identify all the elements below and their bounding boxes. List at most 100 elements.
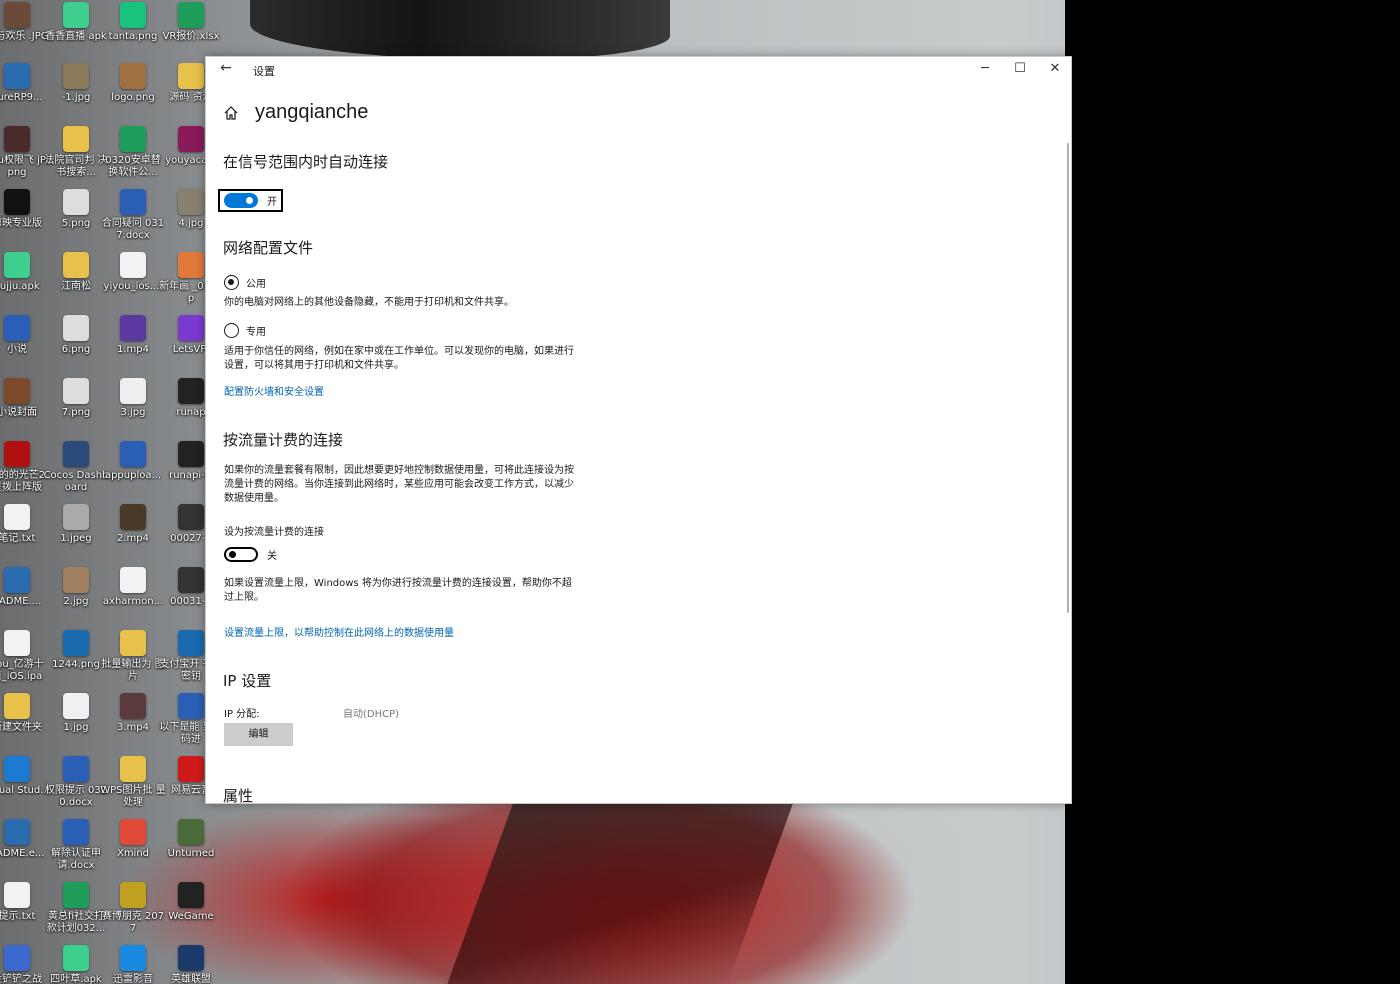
desktop-icon[interactable]: 2.mp4 <box>104 504 162 564</box>
desktop-icon[interactable]: 合同疑问 0317.docx <box>102 189 164 249</box>
desktop-icon-label: WPS图片批 量处理 <box>100 785 166 808</box>
folder-icon <box>4 693 30 719</box>
desktop-icon[interactable]: logo.png <box>104 63 162 123</box>
metered-toggle[interactable]: 关 <box>224 547 277 562</box>
data-limit-description: 如果设置流量上限，Windows 将为你进行按流量计费的连接设置，帮助你不超过上… <box>224 578 572 603</box>
desktop-icon[interactable]: tanta.png <box>104 2 162 62</box>
desktop-icon[interactable]: 英雄联盟 <box>162 945 220 984</box>
desktop-icon[interactable]: you_亿游十 道_iOS.ipa <box>0 630 46 690</box>
desktop-icon[interactable]: 金的的光芒2 星拨上阵版 <box>0 441 46 501</box>
desktop-icon[interactable]: 1.jpg <box>47 693 105 753</box>
data-limit-link[interactable]: 设置流量上限，以帮助控制在此网络上的数据使用量 <box>224 624 454 639</box>
desktop-icon-label: tanta.png <box>108 31 158 42</box>
video-icon <box>120 504 146 530</box>
desktop-icon[interactable]: 黄总fi社交打 款计划032... <box>47 882 105 942</box>
vpn-icon <box>178 315 204 341</box>
desktop-icon[interactable]: WeGame <box>162 882 220 942</box>
desktop-icon[interactable]: yiyou_ios.... <box>104 252 162 312</box>
radio-private[interactable]: 专用 <box>224 323 266 338</box>
desktop-icon[interactable]: 迅雷影音 <box>104 945 162 984</box>
spreadsheet-icon <box>120 126 146 152</box>
image-icon <box>63 504 89 530</box>
firewall-settings-link[interactable]: 配置防火墙和安全设置 <box>224 383 324 398</box>
spreadsheet-icon <box>63 882 89 908</box>
link-icon <box>178 441 204 467</box>
desktop-icon[interactable]: 3.mp4 <box>104 693 162 753</box>
file-icon <box>120 252 146 278</box>
desktop-icon[interactable]: Unturned <box>162 819 220 879</box>
desktop-icon[interactable]: 小说封面 <box>0 378 46 438</box>
desktop-icon[interactable]: EADME.e... <box>0 819 46 879</box>
desktop-icon[interactable]: Syu权限飞 jPlpng <box>0 126 49 186</box>
desktop-icon[interactable]: 批量输出为 图片 <box>101 630 165 690</box>
spreadsheet-icon <box>178 2 204 28</box>
desktop-icon[interactable]: 1.mp4 <box>104 315 162 375</box>
desktop-icon[interactable]: 香香直播 apk <box>45 2 107 62</box>
radio-public[interactable]: 公用 <box>224 275 266 290</box>
desktop-icon[interactable]: 新建文件夹 <box>0 693 46 753</box>
settings-window: ← 设置 ─ ☐ ✕ yangqianche 在信号范围内时自动连接 开 网络配… <box>205 56 1072 804</box>
desktop-icon[interactable]: 1.jpeg <box>47 504 105 564</box>
desktop-icon[interactable]: 2.jpg <box>47 567 105 627</box>
desktop-icon[interactable]: 法院官司判 决书搜索... <box>44 126 108 186</box>
desktop-icon-label: 1.mp4 <box>117 344 149 355</box>
desktop-icon-label: 批量输出为 图片 <box>101 659 165 682</box>
scrollbar[interactable] <box>1067 143 1069 613</box>
radio-public-circle[interactable] <box>224 275 239 290</box>
auto-connect-toggle[interactable]: 开 <box>224 193 277 208</box>
au-icon <box>120 441 146 467</box>
desktop-icon[interactable]: Visual Stud... <box>0 756 50 816</box>
desktop-icon[interactable]: Cocos Dashboard <box>44 441 108 501</box>
desktop-icon[interactable]: -1.jpg <box>47 63 105 123</box>
home-icon[interactable] <box>223 105 239 121</box>
desktop-icon[interactable]: 四叶草.apk <box>47 945 105 984</box>
desktop-icon[interactable]: 1244.png <box>47 630 105 690</box>
desktop-icon[interactable]: 小说 <box>0 315 46 375</box>
link-icon <box>178 378 204 404</box>
desktop-icon[interactable]: 提示.txt <box>0 882 46 942</box>
desktop-icon[interactable]: 0320安卓替 换软件公... <box>104 126 162 186</box>
video-icon <box>178 567 204 593</box>
folder-icon <box>63 252 89 278</box>
toggle-switch-on[interactable] <box>224 193 258 208</box>
page-header: yangqianche <box>223 101 368 124</box>
desktop-icon[interactable]: xureRP9... <box>0 63 46 123</box>
desktop-icon[interactable]: 7.png <box>47 378 105 438</box>
desktop-icon[interactable]: 5.png <box>47 189 105 249</box>
desktop-icon[interactable]: appuploa... <box>104 441 162 501</box>
desktop-icon[interactable]: 金铲铲之战 <box>0 945 46 984</box>
desktop-icon-label: WeGame <box>168 911 214 922</box>
ip-edit-button[interactable]: 编辑 <box>224 723 293 746</box>
desktop-icon[interactable]: 剪映专业版 <box>0 189 46 249</box>
toggle-switch-off[interactable] <box>224 547 258 562</box>
video-icon <box>120 693 146 719</box>
desktop-icon[interactable]: VR报价.xlsx <box>162 2 220 62</box>
desktop-icon[interactable]: 赛博朋克 2077 <box>102 882 164 942</box>
image-icon <box>63 315 89 341</box>
desktop-icon[interactable]: 权限提示 0320.docx <box>45 756 107 816</box>
apk-icon <box>63 945 89 971</box>
desktop-icon-label: 赛博朋克 2077 <box>101 911 165 934</box>
desktop-icon[interactable]: liujju.apk <box>0 252 46 312</box>
desktop-icon[interactable]: 6.png <box>47 315 105 375</box>
settings-content: yangqianche 在信号范围内时自动连接 开 网络配置文件 公用 你的电脑… <box>218 57 923 803</box>
auto-connect-heading: 在信号范围内时自动连接 <box>223 153 389 171</box>
desktop-icon[interactable]: 笔记.txt <box>0 504 46 564</box>
desktop-icon[interactable]: 梦与欢乐 .JPG <box>0 2 49 62</box>
desktop-icon-label: VR报价.xlsx <box>162 31 220 42</box>
minimize-button[interactable]: ─ <box>970 59 1000 79</box>
desktop-icon[interactable]: WPS图片批 量处理 <box>100 756 166 816</box>
auto-connect-state: 开 <box>267 197 277 208</box>
radio-private-circle[interactable] <box>224 323 239 338</box>
desktop-icon[interactable]: axharmon... <box>103 567 163 627</box>
maximize-button[interactable]: ☐ <box>1005 59 1035 79</box>
desktop-icon[interactable]: Xmind <box>104 819 162 879</box>
vscode-icon <box>4 756 30 782</box>
desktop-icon[interactable]: 解除认证申 请.docx <box>47 819 105 879</box>
desktop-icon-label: Xmind <box>116 848 150 859</box>
desktop-icon[interactable]: 江南松 <box>47 252 105 312</box>
desktop-icon[interactable]: 3.jpg <box>104 378 162 438</box>
close-button[interactable]: ✕ <box>1040 59 1070 79</box>
radio-private-label: 专用 <box>246 327 266 338</box>
desktop-icon[interactable]: EADME.... <box>0 567 46 627</box>
